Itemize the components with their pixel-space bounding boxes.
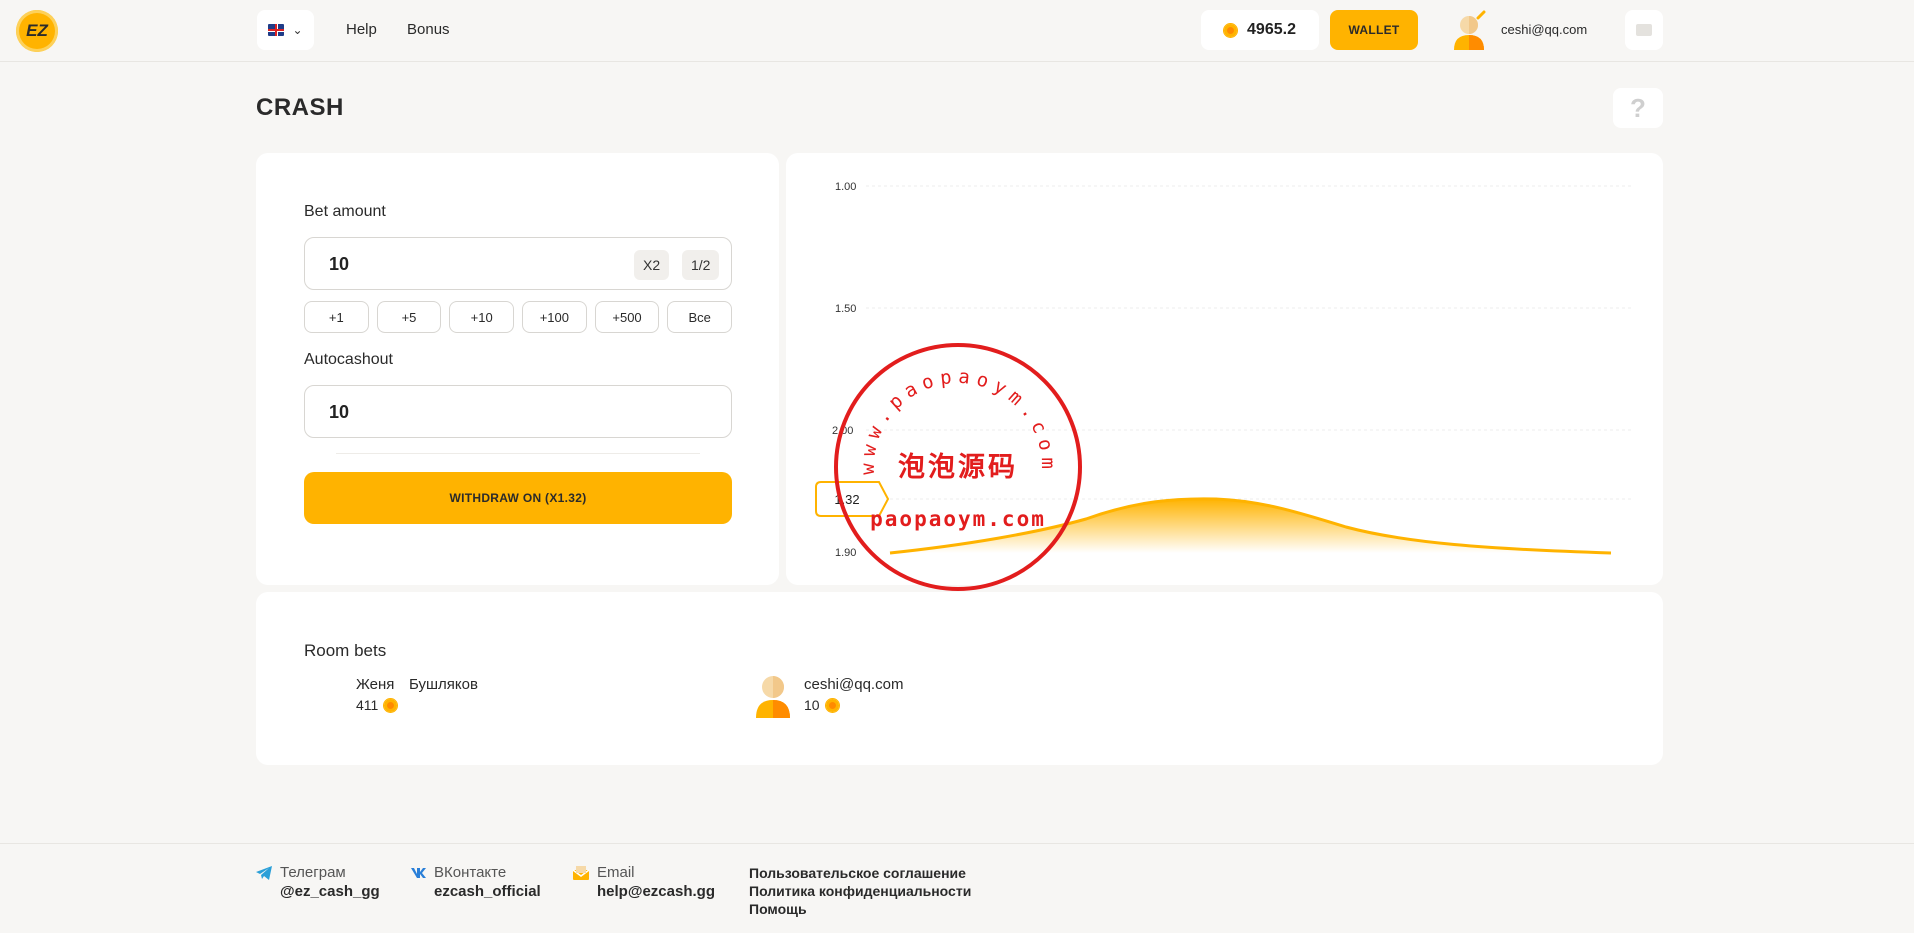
grid-lines <box>866 185 1631 500</box>
autocashout-value: 10 <box>329 402 350 422</box>
user-avatar[interactable] <box>1450 10 1488 50</box>
privacy-policy-link[interactable]: Политика конфиденциальности <box>749 882 971 900</box>
bet-user-last-name: Бушляков <box>409 676 478 693</box>
top-header: EZ ⌄ Help Bonus 4965.2 WALLET ceshi@qq.c… <box>0 0 1914 62</box>
crash-chart-panel: 1.00 1.50 2.00 1.90 1.32 <box>786 153 1663 585</box>
language-selector[interactable]: ⌄ <box>257 10 314 50</box>
logout-icon <box>1636 24 1652 36</box>
chevron-down-icon: ⌄ <box>292 23 303 37</box>
balance-display: 4965.2 <box>1201 10 1319 50</box>
y-tick-label: 2.00 <box>832 425 853 437</box>
autocashout-label: Autocashout <box>304 351 393 368</box>
quick-add-10-button[interactable]: +10 <box>449 301 515 333</box>
telegram-icon <box>256 865 272 880</box>
coin-icon <box>1224 23 1238 37</box>
vk-label: ВКонтакте <box>434 864 507 881</box>
room-bet-item: Женя Бушляков 411 <box>356 674 536 718</box>
footer: Телеграм @ez_cash_gg ВКонтакте ezcash_of… <box>0 843 1914 933</box>
bet-amount-input[interactable]: 10 X2 1/2 <box>304 237 732 290</box>
y-tick-label: 1.00 <box>835 181 856 193</box>
telegram-label: Телеграм <box>280 864 346 881</box>
double-bet-button[interactable]: X2 <box>634 250 670 280</box>
coin-icon <box>384 698 398 712</box>
crash-chart: 1.00 1.50 2.00 1.90 1.32 <box>815 181 1631 559</box>
email-address: help@ezcash.gg <box>597 883 715 900</box>
footer-telegram[interactable]: Телеграм @ez_cash_gg <box>256 864 380 900</box>
nav-bonus-link[interactable]: Bonus <box>407 21 450 38</box>
quick-add-5-button[interactable]: +5 <box>376 301 442 333</box>
bet-amount-label: Bet amount <box>304 203 386 220</box>
divider <box>336 453 700 454</box>
balance-value: 4965.2 <box>1247 21 1296 38</box>
avatar <box>756 676 790 718</box>
help-link[interactable]: Помощь <box>749 900 971 918</box>
bet-panel: Bet amount 10 X2 1/2 +1 +5 +10 +100 +500… <box>256 153 779 585</box>
all-in-button[interactable]: Все <box>667 301 733 333</box>
wallet-button[interactable]: WALLET <box>1330 10 1418 50</box>
logo[interactable]: EZ <box>16 10 58 52</box>
half-bet-button[interactable]: 1/2 <box>682 250 720 280</box>
help-button[interactable]: ? <box>1613 88 1663 128</box>
bet-user-name: ceshi@qq.com <box>804 676 904 693</box>
room-bets-panel: Room bets Женя Бушляков 411 ceshi@qq.com… <box>256 592 1663 765</box>
y-tick-label: 1.90 <box>835 547 856 559</box>
coin-icon <box>825 698 839 712</box>
bet-user-first-name: Женя <box>356 676 395 693</box>
current-multiplier-marker: 1.32 <box>815 481 890 517</box>
bet-amount-value: 10 <box>329 254 350 274</box>
bet-amount-value: 10 <box>804 697 820 713</box>
email-icon <box>573 865 589 880</box>
footer-email[interactable]: Email help@ezcash.gg <box>573 864 715 900</box>
autocashout-input[interactable]: 10 <box>304 385 732 438</box>
uk-flag-icon <box>268 24 285 36</box>
user-email[interactable]: ceshi@qq.com <box>1501 22 1587 37</box>
user-agreement-link[interactable]: Пользовательское соглашение <box>749 864 971 882</box>
bet-amount: 411 <box>356 697 398 713</box>
bet-amount-value: 411 <box>356 697 379 713</box>
vk-handle: ezcash_official <box>434 883 541 900</box>
y-tick-label: 1.50 <box>835 303 856 315</box>
quick-add-500-button[interactable]: +500 <box>594 301 660 333</box>
current-multiplier-label: 1.32 <box>834 492 859 507</box>
footer-vk[interactable]: ВКонтакте ezcash_official <box>410 864 541 900</box>
footer-links: Пользовательское соглашение Политика кон… <box>749 864 971 918</box>
crash-area <box>890 498 1611 553</box>
page-title: CRASH <box>256 94 344 121</box>
quick-add-100-button[interactable]: +100 <box>522 301 587 333</box>
quick-add-row: +1 +5 +10 +100 +500 Все <box>304 301 733 333</box>
logout-button[interactable] <box>1625 10 1663 50</box>
telegram-handle: @ez_cash_gg <box>280 883 380 900</box>
room-bet-item: ceshi@qq.com 10 <box>754 674 954 718</box>
nav-help-link[interactable]: Help <box>346 21 377 38</box>
bet-amount: 10 <box>804 697 839 713</box>
email-label: Email <box>597 864 635 881</box>
withdraw-button[interactable]: WITHDRAW ON (X1.32) <box>304 472 732 524</box>
room-bets-title: Room bets <box>304 641 387 660</box>
quick-add-1-button[interactable]: +1 <box>304 301 369 333</box>
vk-icon <box>411 867 426 878</box>
